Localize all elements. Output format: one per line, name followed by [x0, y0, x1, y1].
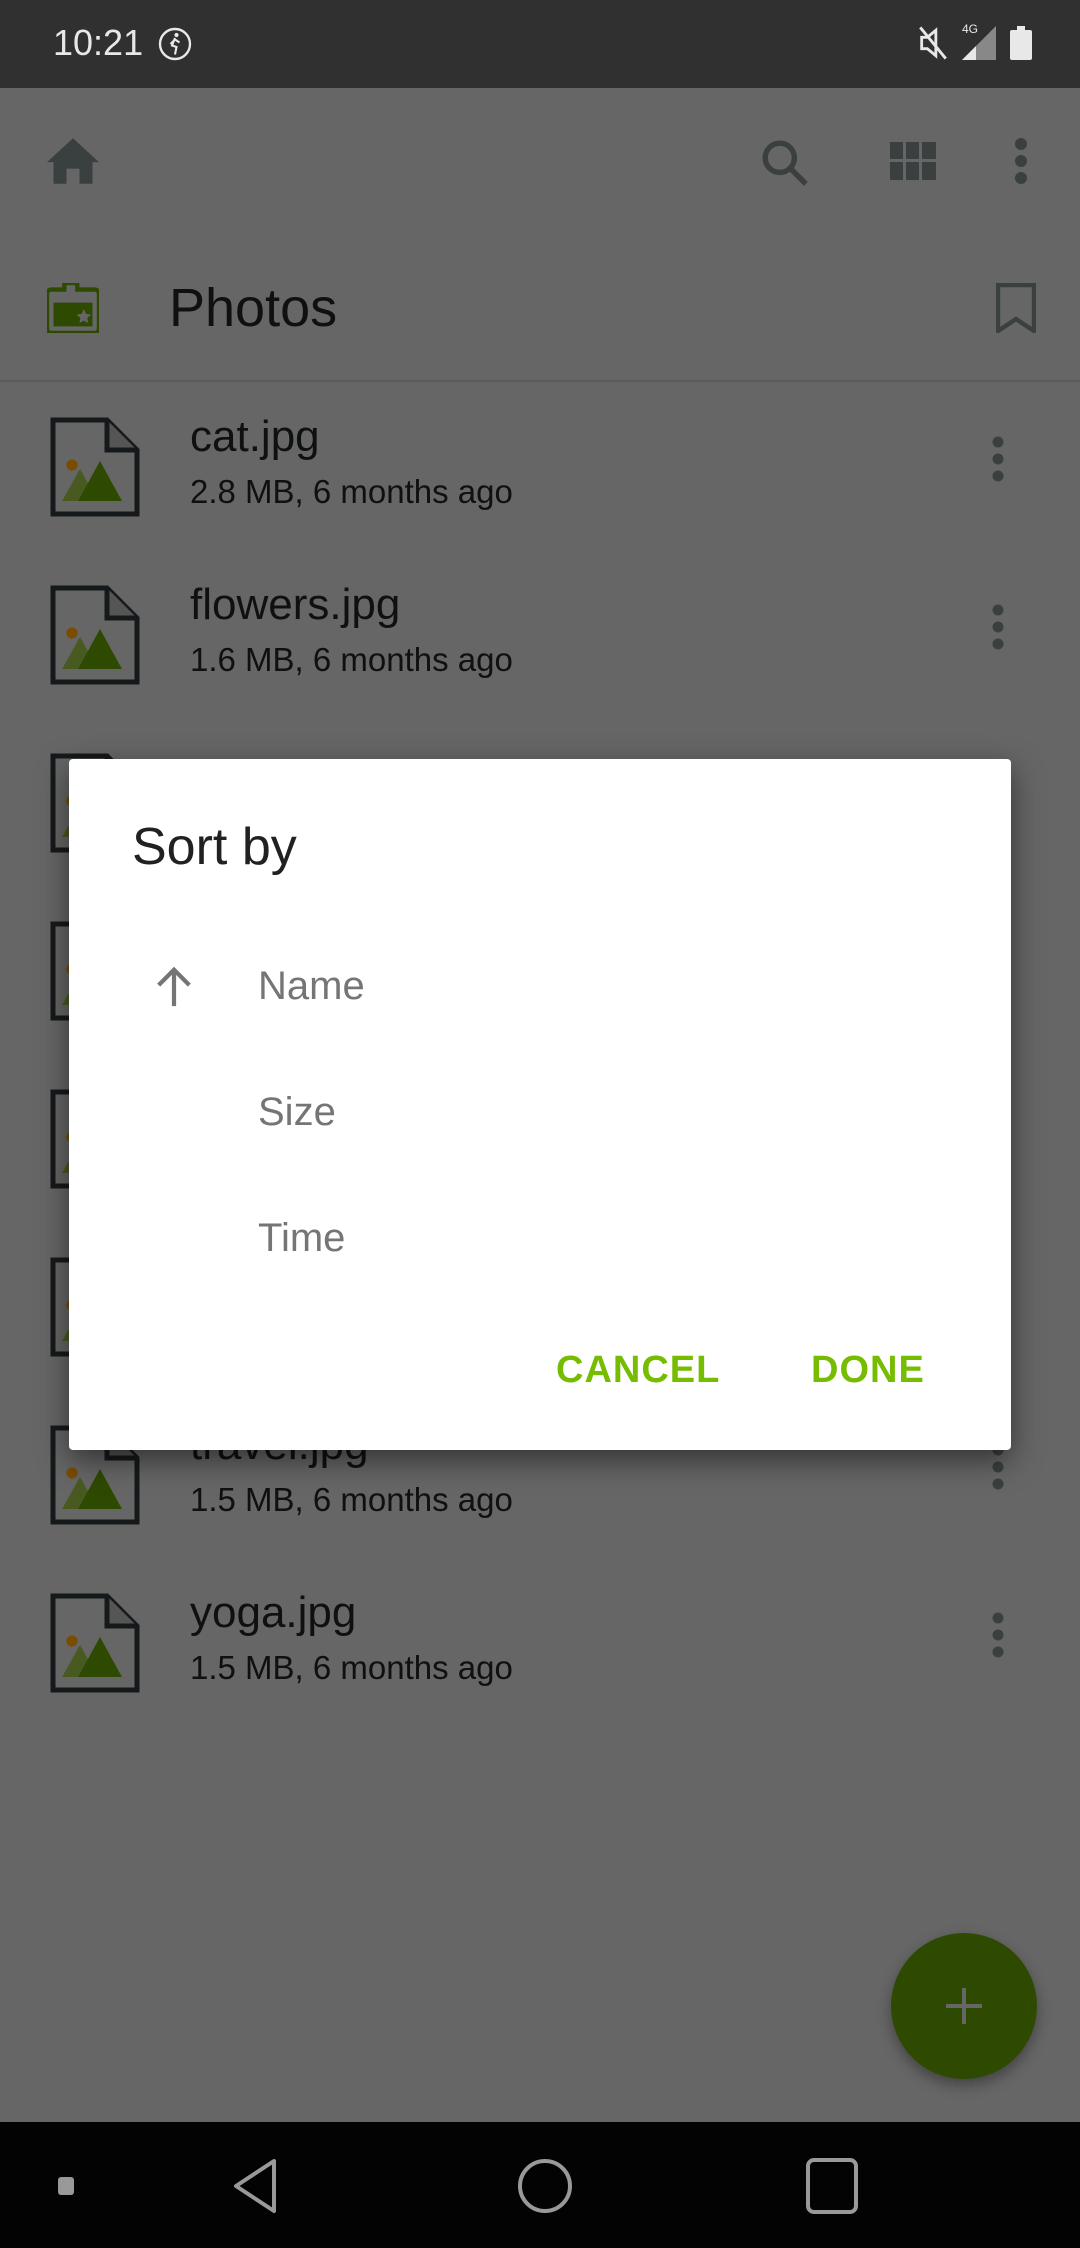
file-list-item[interactable]: cat.jpg 2.8 MB, 6 months ago [0, 380, 1080, 548]
home-icon[interactable] [47, 138, 99, 184]
sort-option-label: Time [258, 1216, 346, 1260]
image-file-icon [50, 585, 140, 685]
file-meta: 2.8 MB, 6 months ago [190, 473, 513, 510]
more-vert-icon[interactable] [990, 1444, 1006, 1490]
file-meta: 1.6 MB, 6 months ago [190, 641, 513, 678]
more-vert-icon[interactable] [990, 1612, 1006, 1658]
sort-option-size[interactable]: Size [69, 1052, 1011, 1178]
file-name: yoga.jpg [190, 1588, 357, 1637]
sort-option-time[interactable]: Time [69, 1178, 1011, 1304]
back-icon[interactable] [230, 2158, 280, 2214]
toolbar [0, 88, 1080, 237]
nav-dot-icon [58, 2177, 74, 2195]
cancel-button[interactable]: CANCEL [556, 1349, 720, 1392]
file-list-item[interactable]: yoga.jpg 1.5 MB, 6 months ago [0, 1556, 1080, 1724]
add-fab-button[interactable] [891, 1933, 1037, 2079]
status-time: 10:21 [53, 22, 144, 63]
arrow-up-icon [157, 966, 191, 1007]
plus-icon [946, 1988, 982, 2024]
sort-option-label: Size [258, 1090, 336, 1134]
sort-option-label: Name [258, 964, 365, 1008]
recents-icon[interactable] [806, 2158, 858, 2214]
image-file-icon [50, 417, 140, 517]
bookmark-icon[interactable] [996, 283, 1036, 333]
sort-dialog: Sort by Name Size Time CANCEL DONE [69, 759, 1011, 1450]
file-name: cat.jpg [190, 412, 320, 461]
file-meta: 1.5 MB, 6 months ago [190, 1481, 513, 1518]
grid-view-icon[interactable] [890, 142, 936, 180]
folder-star-icon [47, 283, 99, 333]
folder-title: Photos [169, 278, 338, 338]
battery-icon [1010, 26, 1032, 60]
mute-icon [919, 26, 947, 60]
more-vert-icon[interactable] [990, 436, 1006, 482]
file-meta: 1.5 MB, 6 months ago [190, 1649, 513, 1686]
home-nav-icon[interactable] [517, 2158, 573, 2214]
more-vert-icon[interactable] [1013, 138, 1029, 184]
more-vert-icon[interactable] [990, 604, 1006, 650]
dialog-title: Sort by [132, 818, 297, 876]
navigation-bar [0, 2122, 1080, 2248]
done-button[interactable]: DONE [811, 1349, 925, 1392]
signal-4g-icon: 4G [962, 22, 996, 60]
file-name: flowers.jpg [190, 580, 401, 629]
status-bar: 10:21 4G [0, 0, 1080, 88]
file-list-item[interactable]: flowers.jpg 1.6 MB, 6 months ago [0, 548, 1080, 716]
sort-option-name[interactable]: Name [69, 926, 1011, 1052]
image-file-icon [50, 1593, 140, 1693]
activity-icon [158, 27, 192, 61]
folder-header: Photos [0, 237, 1080, 382]
search-icon[interactable] [760, 138, 810, 188]
